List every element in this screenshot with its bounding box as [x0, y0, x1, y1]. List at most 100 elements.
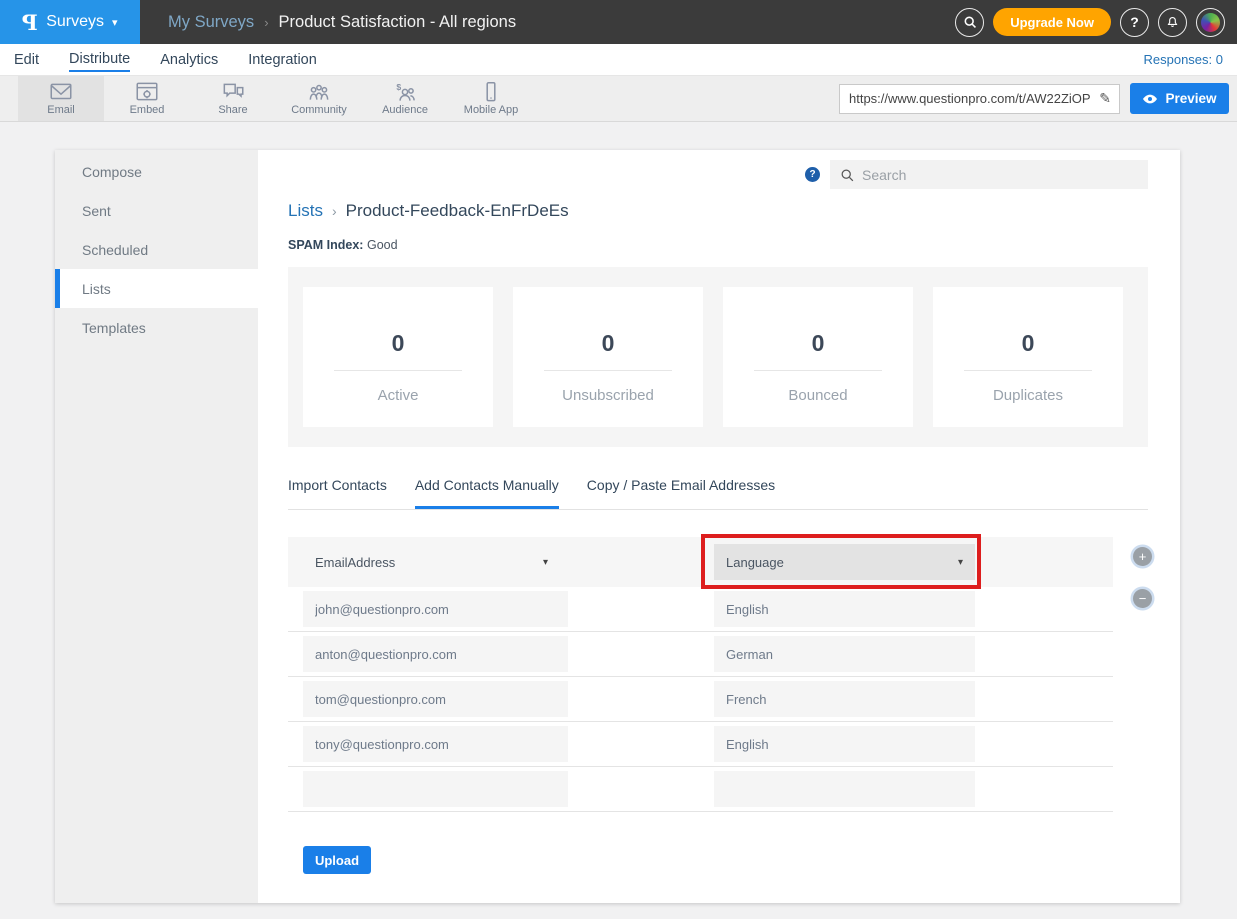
tab-add-contacts-manually[interactable]: Add Contacts Manually: [415, 477, 559, 509]
toolbar-item-email[interactable]: Email: [18, 76, 104, 121]
stat-value: 0: [933, 330, 1123, 357]
spam-index-value: Good: [367, 238, 398, 252]
survey-url-field: ✎: [839, 84, 1120, 114]
sidebar-item-lists[interactable]: Lists: [55, 269, 258, 308]
notifications-button[interactable]: [1158, 8, 1187, 37]
stat-divider: [754, 370, 882, 371]
survey-url-input[interactable]: [840, 85, 1099, 113]
list-breadcrumb: Lists › Product-Feedback-EnFrDeEs: [288, 201, 1148, 221]
help-circle-icon[interactable]: ?: [805, 167, 820, 182]
stat-value: 0: [723, 330, 913, 357]
search-icon: [840, 168, 854, 182]
sidebar-item-compose[interactable]: Compose: [55, 152, 258, 191]
stat-label: Duplicates: [933, 387, 1123, 404]
language-input[interactable]: [714, 681, 975, 717]
language-input[interactable]: [714, 771, 975, 807]
email-lists-card: Compose Sent Scheduled Lists Templates ?…: [55, 150, 1180, 903]
avatar-logo-icon: [1201, 13, 1220, 32]
distribute-toolbar: Email Embed Share Community $ Audience M…: [0, 76, 1237, 122]
breadcrumb-my-surveys[interactable]: My Surveys: [168, 13, 254, 32]
nav-distribute[interactable]: Distribute: [69, 47, 130, 72]
stat-card-active: 0 Active: [303, 287, 493, 427]
language-input[interactable]: [714, 726, 975, 762]
nav-integration[interactable]: Integration: [248, 48, 317, 71]
contacts-tabs: Import Contacts Add Contacts Manually Co…: [288, 477, 1148, 510]
eye-icon: [1142, 93, 1158, 105]
tab-import-contacts[interactable]: Import Contacts: [288, 477, 387, 509]
stat-card-bounced: 0 Bounced: [723, 287, 913, 427]
community-people-icon: [306, 81, 332, 103]
nav-analytics[interactable]: Analytics: [160, 48, 218, 71]
bell-icon: [1165, 15, 1180, 30]
toolbar-item-community[interactable]: Community: [276, 76, 362, 121]
questionpro-logo: P: [22, 10, 38, 35]
column-header-row: EmailAddress ▾ Language ▾: [288, 537, 1113, 587]
product-label: Surveys: [46, 13, 104, 31]
stat-label: Bounced: [723, 387, 913, 404]
tab-copy-paste-email-addresses[interactable]: Copy / Paste Email Addresses: [587, 477, 775, 509]
top-bar: P Surveys ▾ My Surveys › Product Satisfa…: [0, 0, 1237, 44]
stat-label: Active: [303, 387, 493, 404]
email-sidebar: Compose Sent Scheduled Lists Templates: [55, 150, 258, 903]
language-input[interactable]: [714, 591, 975, 627]
embed-icon: [134, 81, 160, 103]
toolbar-right: ✎ Preview: [839, 76, 1237, 121]
list-name: Product-Feedback-EnFrDeEs: [346, 201, 569, 221]
upgrade-now-button[interactable]: Upgrade Now: [993, 8, 1111, 36]
spam-index: SPAM Index: Good: [288, 238, 1148, 252]
nav-edit[interactable]: Edit: [14, 48, 39, 71]
stat-divider: [964, 370, 1092, 371]
toolbar-item-audience[interactable]: $ Audience: [362, 76, 448, 121]
stat-value: 0: [513, 330, 703, 357]
contact-row: [288, 587, 1113, 632]
stat-card-unsubscribed: 0 Unsubscribed: [513, 287, 703, 427]
breadcrumb-lists-link[interactable]: Lists: [288, 201, 323, 221]
list-stats-panel: 0 Active 0 Unsubscribed 0 Bounced 0 Dupl…: [288, 267, 1148, 447]
stat-divider: [334, 370, 462, 371]
list-search-box: [830, 160, 1148, 189]
help-button[interactable]: ?: [1120, 8, 1149, 37]
topbar-actions: Upgrade Now ?: [955, 8, 1237, 37]
contact-row: [288, 677, 1113, 722]
mobile-phone-icon: [478, 81, 504, 103]
contact-row: [288, 722, 1113, 767]
list-search-input[interactable]: [862, 167, 1148, 183]
edit-url-pencil-icon[interactable]: ✎: [1099, 90, 1119, 107]
sidebar-item-scheduled[interactable]: Scheduled: [55, 230, 258, 269]
upload-button[interactable]: Upload: [303, 846, 371, 874]
contacts-table: EmailAddress ▾ Language ▾: [288, 537, 1113, 812]
chevron-down-icon: ▾: [543, 557, 548, 568]
email-input[interactable]: [303, 591, 568, 627]
email-input[interactable]: [303, 726, 568, 762]
email-input[interactable]: [303, 681, 568, 717]
contact-row: [288, 632, 1113, 677]
email-input[interactable]: [303, 771, 568, 807]
surveys-product-menu[interactable]: P Surveys ▾: [0, 0, 140, 44]
chevron-down-icon: ▾: [958, 557, 963, 568]
language-column-select[interactable]: Language ▾: [714, 544, 975, 580]
envelope-icon: [48, 81, 74, 103]
search-icon: [963, 15, 977, 29]
chevron-down-icon: ▾: [112, 16, 118, 29]
language-input[interactable]: [714, 636, 975, 672]
audience-icon: $: [392, 81, 418, 103]
toolbar-item-share[interactable]: Share: [190, 76, 276, 121]
toolbar-item-mobile-app[interactable]: Mobile App: [448, 76, 534, 121]
stat-label: Unsubscribed: [513, 387, 703, 404]
add-row-button[interactable]: +: [1133, 547, 1152, 566]
sidebar-item-sent[interactable]: Sent: [55, 191, 258, 230]
stat-value: 0: [303, 330, 493, 357]
breadcrumb-separator: ›: [264, 15, 268, 30]
email-input[interactable]: [303, 636, 568, 672]
breadcrumb-separator: ›: [332, 203, 337, 219]
email-column-select[interactable]: EmailAddress ▾: [303, 544, 560, 580]
sidebar-item-templates[interactable]: Templates: [55, 308, 258, 347]
responses-count: Responses: 0: [1144, 52, 1224, 67]
preview-button[interactable]: Preview: [1130, 83, 1229, 114]
page-title: Product Satisfaction - All regions: [279, 13, 517, 32]
survey-nav: Edit Distribute Analytics Integration Re…: [0, 44, 1237, 76]
toolbar-item-embed[interactable]: Embed: [104, 76, 190, 121]
remove-row-button[interactable]: −: [1133, 589, 1152, 608]
search-button[interactable]: [955, 8, 984, 37]
account-avatar[interactable]: [1196, 8, 1225, 37]
